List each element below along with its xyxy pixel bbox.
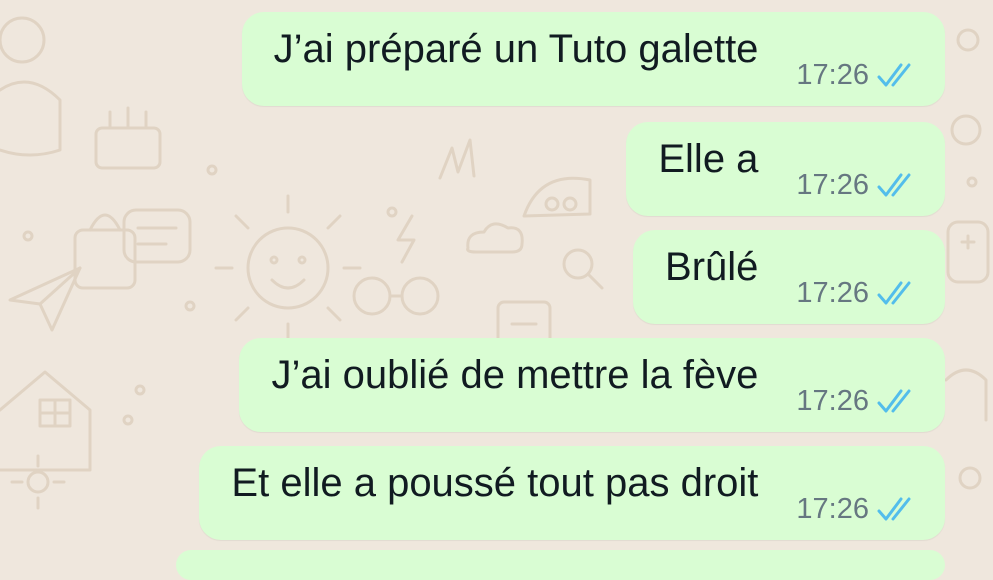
- message-bubble-partial[interactable]: [176, 550, 945, 580]
- message-time: 17:26: [796, 276, 869, 309]
- message-bubble[interactable]: Et elle a poussé tout pas droit 17:26: [199, 446, 945, 540]
- message-meta: 17:26: [796, 276, 919, 309]
- message-text: J’ai préparé un Tuto galette: [273, 27, 759, 71]
- message-bubble[interactable]: Elle a 17:26: [626, 122, 945, 216]
- message-text: Et elle a poussé tout pas droit: [231, 461, 759, 505]
- message-bubble[interactable]: Brûlé 17:26: [633, 230, 945, 324]
- message-bubble[interactable]: J’ai préparé un Tuto galette 17:26: [241, 12, 945, 106]
- double-check-read-icon: [877, 497, 911, 521]
- message-text: J’ai oublié de mettre la fève: [271, 353, 759, 397]
- message-time: 17:26: [796, 492, 869, 525]
- double-check-read-icon: [877, 281, 911, 305]
- message-time: 17:26: [796, 58, 869, 91]
- double-check-read-icon: [877, 173, 911, 197]
- message-text: Elle a: [658, 137, 759, 181]
- message-bubble[interactable]: J’ai oublié de mettre la fève 17:26: [239, 338, 945, 432]
- message-list[interactable]: J’ai préparé un Tuto galette 17:26 Elle …: [0, 0, 993, 580]
- double-check-read-icon: [877, 389, 911, 413]
- message-meta: 17:26: [796, 58, 919, 91]
- message-text: Brûlé: [665, 245, 759, 289]
- double-check-read-icon: [877, 63, 911, 87]
- message-meta: 17:26: [796, 492, 919, 525]
- message-time: 17:26: [796, 168, 869, 201]
- message-meta: 17:26: [796, 384, 919, 417]
- message-time: 17:26: [796, 384, 869, 417]
- message-meta: 17:26: [796, 168, 919, 201]
